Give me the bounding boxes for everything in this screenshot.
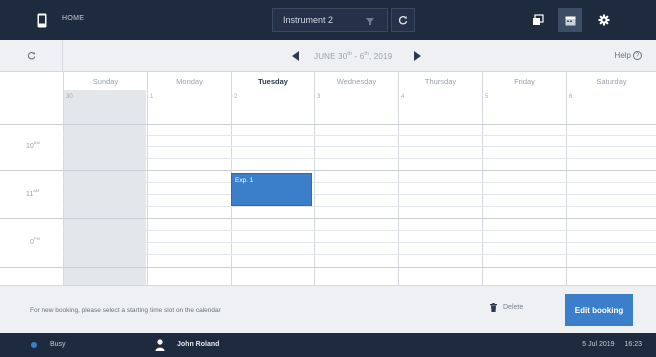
day-number: 3 (317, 94, 321, 100)
booking-action-bar: For new booking, please select a startin… (0, 285, 656, 333)
caret-down-icon (366, 18, 374, 25)
delete-button[interactable]: Delete (490, 303, 523, 312)
event-label: Exp. 1 (235, 177, 254, 184)
quarter-hour-line (63, 194, 656, 195)
day-header-wednesday: Wednesday (314, 72, 398, 90)
day-number: 30 (66, 94, 73, 100)
time-label-11am: 11AM (26, 188, 40, 198)
windows-icon (533, 14, 544, 25)
next-week-arrow-icon[interactable] (414, 51, 421, 61)
refresh-icon (27, 51, 35, 60)
status-bar: Busy John Roland 5 Jul 2019 16:23 (0, 333, 656, 357)
quarter-hour-line (63, 146, 656, 147)
trash-icon (490, 303, 497, 312)
calendar-button[interactable] (558, 8, 582, 32)
user-icon (155, 339, 165, 351)
time-label-0pm: 0PM (30, 236, 40, 246)
week-calendar: Sunday Monday Tuesday Wednesday Thursday… (0, 72, 656, 285)
time-label-10am: 10AM (26, 140, 40, 150)
instrument-status: Busy (50, 341, 66, 348)
day-header-monday: Monday (147, 72, 231, 90)
day-header-saturday: Saturday (566, 72, 656, 90)
previous-week-arrow-icon[interactable] (292, 51, 299, 61)
edit-booking-button[interactable]: Edit booking (565, 294, 633, 326)
hour-line (0, 267, 656, 268)
day-header-friday: Friday (482, 72, 566, 90)
week-navigation-bar: JUNE 30th - 6th, 2019 Help ? (0, 40, 656, 72)
help-icon: ? (633, 51, 642, 60)
home-label: HOME (62, 15, 85, 22)
day-number: 1 (150, 94, 154, 100)
windows-button[interactable] (526, 8, 550, 32)
hour-line (0, 218, 656, 219)
quarter-hour-line (63, 230, 656, 231)
day-header-thursday: Thursday (398, 72, 482, 90)
status-dot-icon (31, 342, 37, 348)
instrument-select[interactable]: Instrument 2 (272, 8, 388, 32)
booking-event-exp1[interactable]: Exp. 1 (231, 173, 312, 206)
current-user-name: John Roland (177, 341, 220, 348)
status-time: 16:23 (624, 341, 642, 348)
calendar-icon (565, 16, 575, 25)
date-time: 5 Jul 2019 16:23 (582, 341, 642, 348)
day-number: 4 (401, 94, 405, 100)
week-range-label: JUNE 30th - 6th, 2019 (314, 51, 393, 61)
day-number: 6 (569, 94, 573, 100)
refresh-button[interactable] (391, 8, 415, 32)
home-button[interactable] (34, 12, 50, 28)
help-label: Help (614, 51, 631, 60)
refresh-icon (398, 16, 408, 25)
day-number: 5 (485, 94, 489, 100)
quarter-hour-line (63, 254, 656, 255)
quarter-hour-line (63, 206, 656, 207)
settings-button[interactable] (592, 8, 616, 32)
phone-icon (37, 13, 47, 27)
quarter-hour-line (63, 135, 656, 136)
day-number: 2 (234, 94, 238, 100)
instrument-value: Instrument 2 (283, 15, 334, 25)
gear-icon (598, 14, 610, 26)
booking-hint-text: For new booking, please select a startin… (30, 307, 221, 314)
quarter-hour-line (63, 158, 656, 159)
grid-header-divider (0, 124, 656, 125)
day-header-tuesday: Tuesday (231, 72, 314, 90)
delete-label: Delete (503, 304, 524, 311)
status-date: 5 Jul 2019 (582, 341, 615, 348)
calendar-refresh-button[interactable] (0, 40, 63, 71)
quarter-hour-line (63, 182, 656, 183)
sunday-column-shade (63, 90, 146, 285)
hour-line (0, 170, 656, 171)
help-button[interactable]: Help ? (615, 51, 642, 60)
top-bar: HOME Instrument 2 (0, 0, 656, 40)
quarter-hour-line (63, 242, 656, 243)
day-header-sunday: Sunday (63, 72, 147, 90)
